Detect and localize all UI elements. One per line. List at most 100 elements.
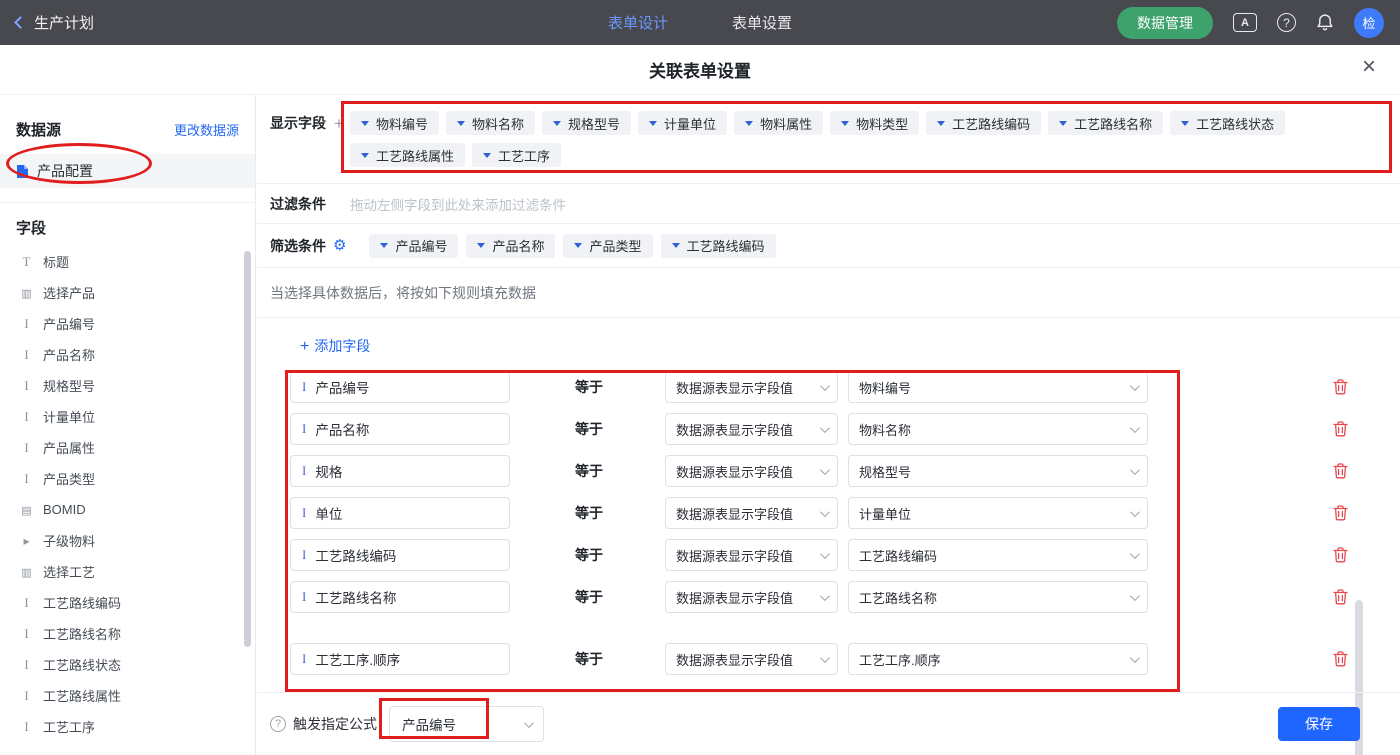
datasource-item[interactable]: 产品配置 bbox=[0, 154, 255, 188]
close-icon[interactable]: × bbox=[1362, 55, 1376, 79]
tab-form-design[interactable]: 表单设计 bbox=[608, 12, 668, 33]
delete-rule-icon[interactable] bbox=[1333, 547, 1348, 563]
tag-label: 规格型号 bbox=[568, 114, 620, 133]
field-list-item[interactable]: 工艺工序 bbox=[0, 711, 255, 742]
screening-condition-tag[interactable]: 工艺路线编码 bbox=[661, 234, 776, 258]
rule-target-select[interactable]: 工艺工序.顺序 bbox=[848, 643, 1148, 675]
add-display-field-icon[interactable]: + bbox=[334, 115, 344, 132]
help-icon[interactable]: ? bbox=[270, 716, 286, 732]
gear-icon[interactable]: ⚙ bbox=[333, 238, 346, 253]
field-type-icon bbox=[19, 627, 34, 640]
data-manage-button[interactable]: 数据管理 bbox=[1117, 7, 1213, 39]
field-list-item[interactable]: 产品类型 bbox=[0, 463, 255, 494]
screening-condition-tag[interactable]: 产品名称 bbox=[466, 234, 555, 258]
rule-source-select[interactable]: 数据源表显示字段值 bbox=[665, 581, 838, 613]
field-list-item[interactable]: BOMID bbox=[0, 494, 255, 525]
screening-condition-tag[interactable]: 产品编号 bbox=[369, 234, 458, 258]
delete-rule-icon[interactable] bbox=[1333, 589, 1348, 605]
field-list-item[interactable]: 工艺路线编码 bbox=[0, 587, 255, 618]
field-type-icon bbox=[19, 503, 34, 517]
help-icon[interactable]: ? bbox=[1277, 13, 1296, 32]
field-list-item[interactable]: 产品名称 bbox=[0, 339, 255, 370]
screening-condition-tag[interactable]: 产品类型 bbox=[563, 234, 652, 258]
fill-rules-hint-section: 当选择具体数据后，将按如下规则填充数据 bbox=[257, 268, 1400, 318]
datasource-item-label: 产品配置 bbox=[37, 161, 93, 181]
screening-condition-tags: 产品编号 产品名称 产品类型 工艺路线编码 bbox=[369, 234, 775, 258]
field-list-item[interactable]: 产品编号 bbox=[0, 308, 255, 339]
rule-field-input[interactable]: 工艺路线名称 bbox=[290, 581, 510, 613]
display-field-tag[interactable]: 工艺路线状态 bbox=[1170, 111, 1285, 135]
chevron-down-icon bbox=[524, 718, 534, 728]
field-list-item[interactable]: 规格型号 bbox=[0, 370, 255, 401]
fields-label: 字段 bbox=[0, 203, 255, 246]
translate-icon[interactable]: A bbox=[1233, 13, 1257, 32]
display-field-tag[interactable]: 物料类型 bbox=[830, 111, 919, 135]
rule-field-input[interactable]: 产品编号 bbox=[290, 371, 510, 403]
rule-field-input[interactable]: 单位 bbox=[290, 497, 510, 529]
field-item-label: 工艺工序 bbox=[43, 717, 95, 736]
filter-drop-placeholder[interactable]: 拖动左侧字段到此处来添加过滤条件 bbox=[350, 194, 566, 214]
rule-source-value: 数据源表显示字段值 bbox=[676, 462, 793, 481]
rule-source-select[interactable]: 数据源表显示字段值 bbox=[665, 455, 838, 487]
sidebar-scrollbar[interactable] bbox=[244, 251, 251, 647]
field-list-item[interactable]: 选择工艺 bbox=[0, 556, 255, 587]
delete-rule-icon[interactable] bbox=[1333, 505, 1348, 521]
tag-label: 工艺路线属性 bbox=[376, 146, 454, 165]
delete-rule-icon[interactable] bbox=[1333, 651, 1348, 667]
tag-label: 产品名称 bbox=[492, 236, 544, 255]
rule-field-input[interactable]: 工艺路线编码 bbox=[290, 539, 510, 571]
notification-bell-icon[interactable] bbox=[1316, 13, 1334, 32]
field-list-item[interactable]: 子级物料 bbox=[0, 525, 255, 556]
display-field-tag[interactable]: 规格型号 bbox=[542, 111, 631, 135]
delete-rule-icon[interactable] bbox=[1333, 379, 1348, 395]
rule-target-select[interactable]: 规格型号 bbox=[848, 455, 1148, 487]
field-list-item[interactable]: 计量单位 bbox=[0, 401, 255, 432]
text-field-icon bbox=[302, 651, 306, 667]
trigger-formula-select[interactable]: 产品编号 bbox=[389, 706, 544, 742]
rule-source-select[interactable]: 数据源表显示字段值 bbox=[665, 643, 838, 675]
rule-field-name: 工艺路线编码 bbox=[315, 545, 396, 565]
rule-field-input[interactable]: 工艺工序.顺序 bbox=[290, 643, 510, 675]
rule-source-select[interactable]: 数据源表显示字段值 bbox=[665, 413, 838, 445]
display-field-tag[interactable]: 物料名称 bbox=[446, 111, 535, 135]
rule-field-input[interactable]: 产品名称 bbox=[290, 413, 510, 445]
field-list-item[interactable]: 工艺路线状态 bbox=[0, 649, 255, 680]
field-list-item[interactable]: 选择产品 bbox=[0, 277, 255, 308]
rule-source-select[interactable]: 数据源表显示字段值 bbox=[665, 497, 838, 529]
save-button[interactable]: 保存 bbox=[1278, 707, 1360, 741]
add-field-button[interactable]: 添加字段 bbox=[300, 336, 370, 356]
rule-operator: 等于 bbox=[575, 377, 603, 397]
rule-target-select[interactable]: 物料名称 bbox=[848, 413, 1148, 445]
field-list-item[interactable]: 工艺路线名称 bbox=[0, 618, 255, 649]
display-field-tag[interactable]: 物料属性 bbox=[734, 111, 823, 135]
field-list-item[interactable]: 产品属性 bbox=[0, 432, 255, 463]
display-field-tag[interactable]: 工艺路线名称 bbox=[1048, 111, 1163, 135]
rule-source-select[interactable]: 数据源表显示字段值 bbox=[665, 539, 838, 571]
chevron-down-icon bbox=[477, 243, 485, 248]
avatar[interactable]: 检 bbox=[1354, 8, 1384, 38]
rule-target-select[interactable]: 工艺路线名称 bbox=[848, 581, 1148, 613]
display-field-tag[interactable]: 工艺路线编码 bbox=[926, 111, 1041, 135]
delete-rule-icon[interactable] bbox=[1333, 463, 1348, 479]
rule-source-value: 数据源表显示字段值 bbox=[676, 650, 793, 669]
display-field-tag[interactable]: 工艺路线属性 bbox=[350, 143, 465, 167]
field-list-item[interactable]: 标题 bbox=[0, 246, 255, 277]
rule-field-input[interactable]: 规格 bbox=[290, 455, 510, 487]
datasource-header: 数据源 更改数据源 bbox=[0, 95, 255, 150]
field-list-item[interactable]: 工艺路线属性 bbox=[0, 680, 255, 711]
fill-rule-row: 产品名称 等于 数据源表显示字段值 物料名称 bbox=[290, 413, 1400, 445]
display-field-tag[interactable]: 工艺工序 bbox=[472, 143, 561, 167]
field-list: 标题 选择产品 产品编号 产品名称 规格型号 计量单位 bbox=[0, 246, 255, 742]
field-type-icon bbox=[19, 441, 34, 454]
rule-target-select[interactable]: 工艺路线编码 bbox=[848, 539, 1148, 571]
rule-source-select[interactable]: 数据源表显示字段值 bbox=[665, 371, 838, 403]
rule-target-select[interactable]: 计量单位 bbox=[848, 497, 1148, 529]
rule-target-select[interactable]: 物料编号 bbox=[848, 371, 1148, 403]
change-datasource-link[interactable]: 更改数据源 bbox=[174, 120, 239, 139]
display-field-tag[interactable]: 物料编号 bbox=[350, 111, 439, 135]
tab-form-settings[interactable]: 表单设置 bbox=[732, 12, 792, 33]
display-field-tag[interactable]: 计量单位 bbox=[638, 111, 727, 135]
back-button[interactable]: 生产计划 bbox=[16, 12, 94, 33]
delete-rule-icon[interactable] bbox=[1333, 421, 1348, 437]
page-title: 关联表单设置 bbox=[649, 57, 751, 82]
